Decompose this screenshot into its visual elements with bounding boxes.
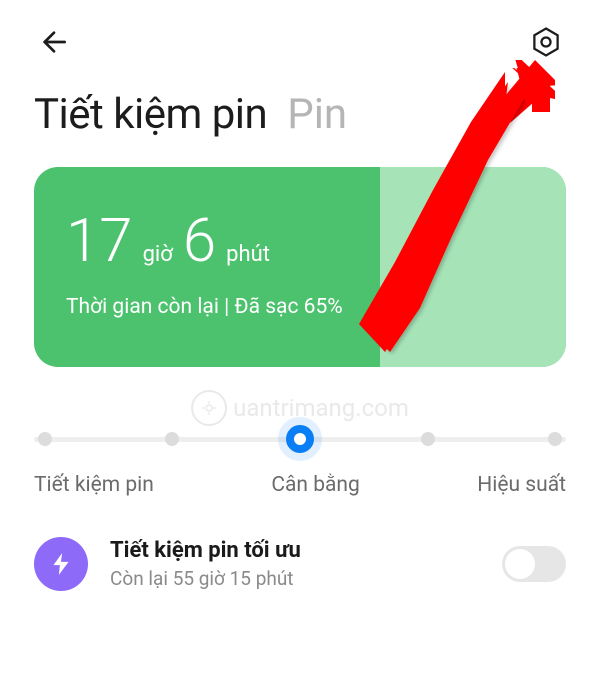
page-tabs: Tiết kiệm pin Pin <box>0 62 600 139</box>
option-subtitle: Còn lại 55 giờ 15 phút <box>110 567 480 590</box>
slider-handle[interactable] <box>286 425 314 453</box>
lightning-icon-badge <box>34 537 88 591</box>
lightning-icon <box>48 551 74 577</box>
slider-notch <box>165 432 179 446</box>
hours-unit: giờ <box>143 242 173 267</box>
ultra-battery-saver-row: Tiết kiệm pin tối ưu Còn lại 55 giờ 15 p… <box>34 537 566 591</box>
slider-notch <box>548 432 562 446</box>
tab-battery-saver[interactable]: Tiết kiệm pin <box>34 90 267 139</box>
slider-label-left: Tiết kiệm pin <box>34 473 154 497</box>
slider-notch <box>38 432 52 446</box>
hours-value: 17 <box>66 211 133 271</box>
slider-labels: Tiết kiệm pin Cân bằng Hiệu suất <box>34 473 566 497</box>
arrow-left-icon <box>38 26 70 58</box>
toggle-knob <box>505 549 535 579</box>
minutes-unit: phút <box>226 242 270 267</box>
battery-status-text: Thời gian còn lại | Đã sạc 65% <box>66 295 534 319</box>
slider-notch <box>421 432 435 446</box>
minutes-value: 6 <box>183 211 216 271</box>
battery-remaining-time: 17 giờ 6 phút <box>66 211 534 271</box>
tab-battery[interactable]: Pin <box>287 90 347 139</box>
watermark-icon <box>191 390 227 426</box>
watermark-text: uantrimang.com <box>233 394 409 422</box>
back-button[interactable] <box>34 22 74 62</box>
settings-button[interactable] <box>526 22 566 62</box>
battery-time-card[interactable]: 17 giờ 6 phút Thời gian còn lại | Đã sạc… <box>34 167 566 367</box>
watermark: uantrimang.com <box>191 390 409 426</box>
gear-icon <box>529 25 563 59</box>
ultra-saver-toggle[interactable] <box>502 546 566 582</box>
slider-label-right: Hiệu suất <box>477 473 566 497</box>
option-title: Tiết kiệm pin tối ưu <box>110 538 480 563</box>
slider-label-center: Cân bằng <box>271 473 360 497</box>
performance-mode-slider[interactable] <box>34 425 566 453</box>
